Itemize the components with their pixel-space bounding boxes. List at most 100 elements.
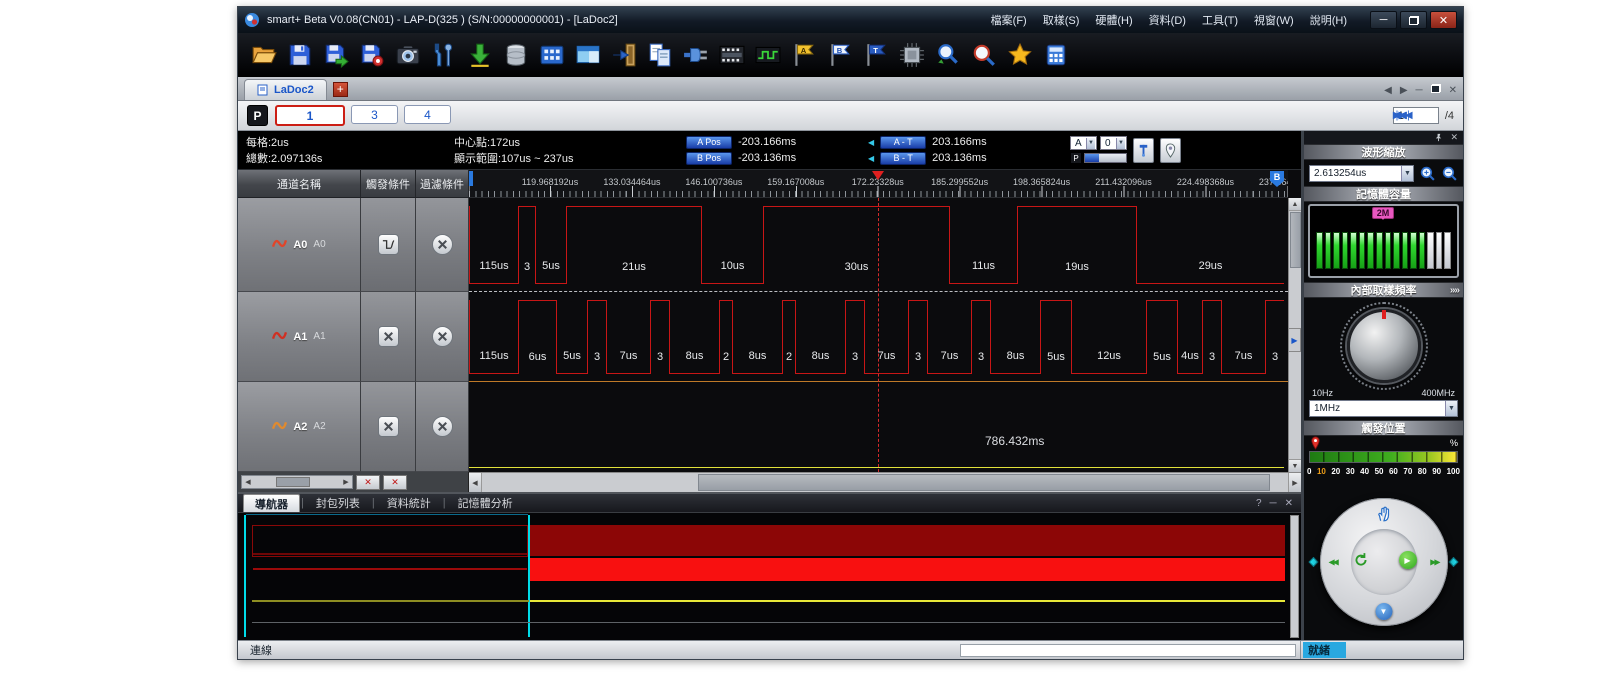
channel-name-a1[interactable]: A1A1 xyxy=(238,292,361,382)
trigger-position-bar[interactable] xyxy=(1309,451,1458,463)
tab-ladoc2[interactable]: LaDoc2 xyxy=(244,79,327,100)
scroll-left-icon[interactable]: ◀ xyxy=(469,473,482,492)
panel-close-icon[interactable]: ✕ xyxy=(1285,498,1293,509)
find-icon[interactable] xyxy=(971,42,997,68)
connector-icon[interactable] xyxy=(683,42,709,68)
favorites-icon[interactable] xyxy=(1007,42,1033,68)
menu-s[interactable]: 取樣(S) xyxy=(1035,9,1088,31)
header-channel-name[interactable]: 通道名稱 xyxy=(238,170,361,198)
marker-index-select[interactable]: 0▼ xyxy=(1100,136,1127,150)
frequency-select[interactable]: 1MHz▼ xyxy=(1309,400,1458,417)
navigation-wheel[interactable]: ◀◀ ▶▶ ▶ ▼ xyxy=(1320,498,1448,626)
navigator-scrollbar[interactable] xyxy=(1290,515,1299,638)
sidebar-close-icon[interactable]: ✕ xyxy=(1450,132,1458,143)
navigator-view[interactable] xyxy=(238,512,1301,640)
tab-scroll-right-icon[interactable]: ▶ xyxy=(1400,85,1408,96)
trigger-condition-a1[interactable] xyxy=(361,292,416,382)
scroll-up-icon[interactable]: ▲ xyxy=(1289,198,1301,211)
hand-tool-icon[interactable] xyxy=(1375,505,1393,523)
help-icon[interactable]: ? xyxy=(1256,498,1262,509)
page-down-icon[interactable]: ▼ xyxy=(1375,603,1392,620)
panel-minimize-icon[interactable]: ─ xyxy=(1270,498,1277,509)
position-mini-bar[interactable] xyxy=(1084,153,1127,163)
menu-h[interactable]: 說明(H) xyxy=(1302,9,1355,31)
scroll-down-icon[interactable]: ▼ xyxy=(1289,459,1301,472)
chevron-right-icon[interactable]: »» xyxy=(1450,285,1459,296)
save-as-icon[interactable] xyxy=(323,42,349,68)
tools-icon[interactable] xyxy=(431,42,457,68)
bottom-tab-2[interactable]: 封包列表 xyxy=(305,494,371,512)
menu-t[interactable]: 工具(T) xyxy=(1194,9,1246,31)
compare-docs-icon[interactable] xyxy=(647,42,673,68)
doc-close-button[interactable]: ✕ xyxy=(1449,85,1457,96)
calculator-icon[interactable] xyxy=(1043,42,1069,68)
marker-select[interactable]: A▼ xyxy=(1070,136,1097,150)
trigger-condition-a2[interactable] xyxy=(361,382,416,472)
pin-icon[interactable] xyxy=(1434,133,1443,142)
replay-icon[interactable] xyxy=(1353,552,1369,568)
zoom-select[interactable]: 2.613254us▼ xyxy=(1309,165,1414,182)
scroll-left-icon[interactable]: ◀ xyxy=(242,478,254,486)
film-icon[interactable] xyxy=(719,42,745,68)
timing-icon[interactable] xyxy=(755,42,781,68)
trigger-marker-icon[interactable] xyxy=(872,171,884,186)
save-settings-icon[interactable] xyxy=(359,42,385,68)
waveform-rows[interactable]: 115us35us21us10us30us11us19us29us115us6u… xyxy=(469,198,1288,472)
page-button-4[interactable]: 4 xyxy=(404,105,451,124)
doc-restore-button[interactable] xyxy=(1431,84,1441,96)
page-button-1[interactable]: 1 xyxy=(275,105,345,126)
screenshot-icon[interactable] xyxy=(395,42,421,68)
menu-w[interactable]: 視窗(W) xyxy=(1246,9,1302,31)
scroll-right-icon[interactable]: ▶ xyxy=(1288,473,1301,492)
channel-h-scrollbar[interactable]: ◀ ▶ xyxy=(241,475,353,489)
wave-h-scrollbar[interactable]: ◀ ▶ xyxy=(469,472,1301,492)
play-icon[interactable]: ▶ xyxy=(1399,551,1417,569)
export-icon[interactable] xyxy=(611,42,637,68)
clear-trigger-button[interactable]: ✕ xyxy=(356,475,380,490)
open-file-icon[interactable] xyxy=(251,42,277,68)
page-button-3[interactable]: 3 xyxy=(351,105,398,124)
chip-icon[interactable] xyxy=(899,42,925,68)
scroll-right-icon[interactable]: ▶ xyxy=(340,478,352,486)
filter-condition-a2[interactable] xyxy=(416,382,469,472)
flag-b-icon[interactable]: B xyxy=(827,42,853,68)
jump-right-icon[interactable]: ▶▶ xyxy=(1430,558,1438,567)
frequency-knob[interactable] xyxy=(1347,309,1421,383)
memory-icon[interactable] xyxy=(503,42,529,68)
filter-condition-a0[interactable] xyxy=(416,198,469,292)
panel-expander-icon[interactable]: ▶ xyxy=(1288,328,1301,352)
header-trigger-condition[interactable]: 觸發條件 xyxy=(361,170,416,198)
menu-f[interactable]: 檔案(F) xyxy=(983,9,1035,31)
last-page-icon[interactable]: ▶▶❘ xyxy=(1393,110,1411,121)
trigger-condition-a0[interactable] xyxy=(361,198,416,292)
navigator-cursor-left[interactable] xyxy=(244,515,246,637)
keypad-icon[interactable] xyxy=(539,42,565,68)
time-ruler[interactable]: 119.968192us133.034464us146.100736us159.… xyxy=(469,170,1288,198)
bottom-tab-4[interactable]: 記憶體分析 xyxy=(447,494,524,512)
close-button[interactable]: ✕ xyxy=(1430,11,1457,29)
waveform-area[interactable]: 119.968192us133.034464us146.100736us159.… xyxy=(469,170,1301,472)
hscroll-thumb[interactable] xyxy=(698,474,1270,491)
zoom-previous-icon[interactable] xyxy=(935,42,961,68)
zoom-out-icon[interactable] xyxy=(1441,165,1458,182)
add-tab-button[interactable]: + xyxy=(333,82,348,97)
channel-name-a0[interactable]: A0A0 xyxy=(238,198,361,292)
pin-marker-button[interactable] xyxy=(1160,138,1181,163)
minimize-button[interactable]: ─ xyxy=(1370,11,1397,29)
header-filter-condition[interactable]: 過濾條件 xyxy=(416,170,469,198)
zoom-in-icon[interactable] xyxy=(1419,165,1436,182)
flag-a-icon[interactable]: A xyxy=(791,42,817,68)
tab-scroll-left-icon[interactable]: ◀ xyxy=(1384,85,1392,96)
save-icon[interactable] xyxy=(287,42,313,68)
trigger-position-pin-icon[interactable] xyxy=(1310,436,1321,451)
sample-download-icon[interactable] xyxy=(467,42,493,68)
channel-name-a2[interactable]: A2A2 xyxy=(238,382,361,472)
menu-h[interactable]: 硬體(H) xyxy=(1087,9,1140,31)
a-marker-icon[interactable] xyxy=(469,171,473,186)
doc-minimize-button[interactable]: ─ xyxy=(1416,85,1423,96)
add-marker-button[interactable] xyxy=(1133,138,1154,163)
window-layout-icon[interactable] xyxy=(575,42,601,68)
menu-d[interactable]: 資料(D) xyxy=(1141,9,1194,31)
filter-condition-a1[interactable] xyxy=(416,292,469,382)
restore-button[interactable] xyxy=(1400,11,1427,29)
